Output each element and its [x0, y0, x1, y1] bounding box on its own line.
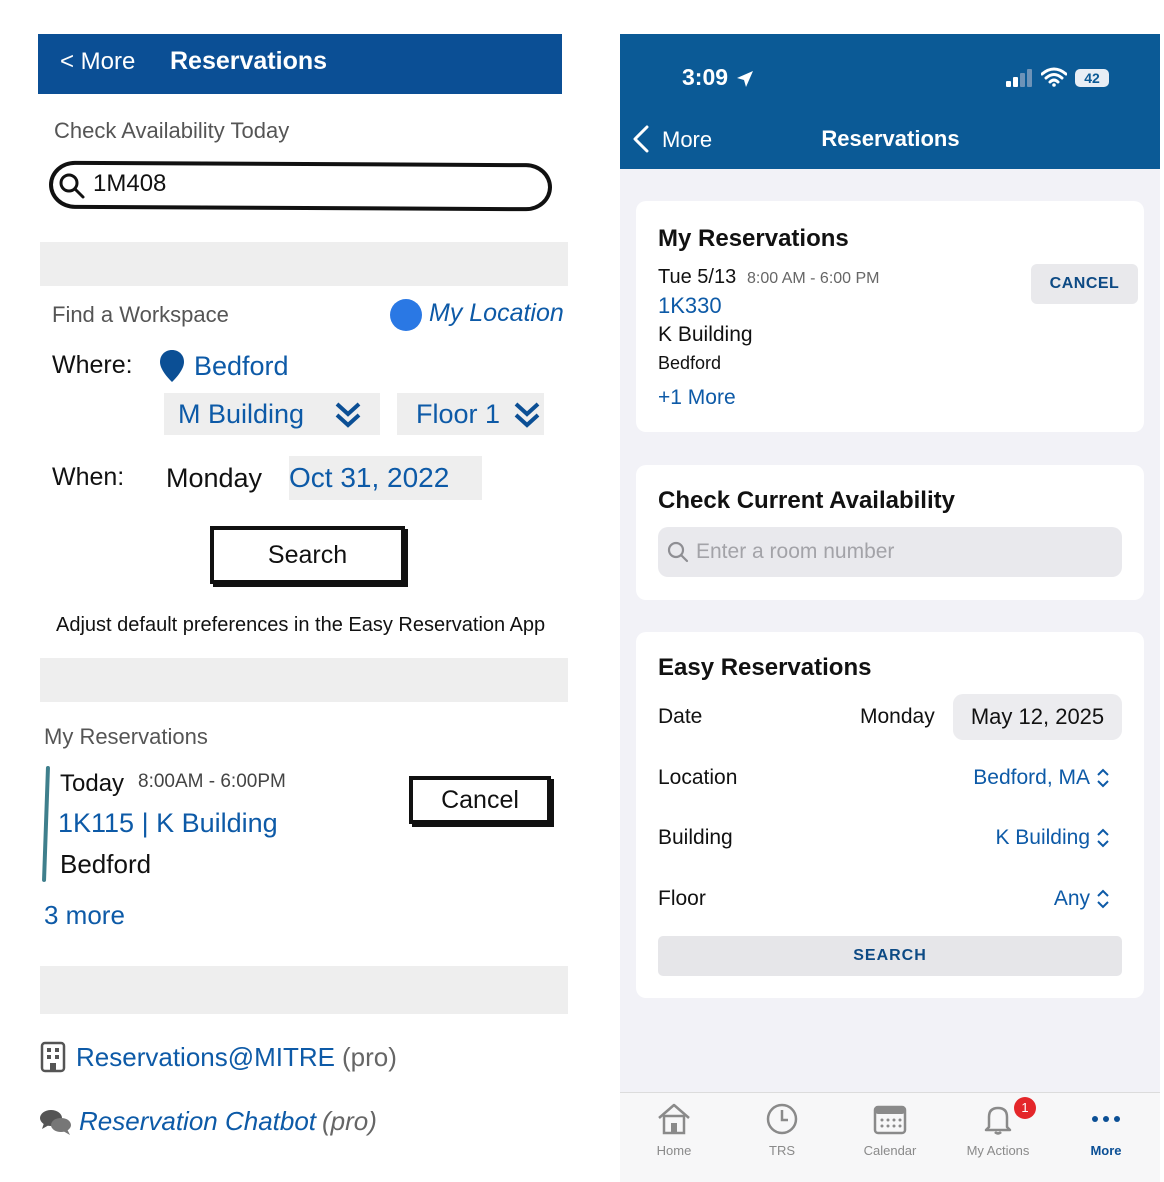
- building-dropdown-value: M Building: [178, 399, 305, 429]
- home-icon: [658, 1103, 690, 1135]
- floor-label: Floor: [658, 887, 706, 910]
- wifi-icon: [1041, 67, 1067, 87]
- date-label: Date: [658, 705, 703, 728]
- date-picker[interactable]: Oct 31, 2022: [289, 456, 482, 500]
- page-title: Reservations: [170, 47, 328, 75]
- reservation-site: Bedford: [60, 849, 152, 879]
- search-icon: [59, 173, 85, 199]
- building-select[interactable]: K Building: [995, 826, 1090, 850]
- bell-icon: [984, 1106, 1012, 1135]
- back-button[interactable]: < More: [60, 48, 135, 76]
- reservation-room-link[interactable]: 1K330: [658, 293, 722, 319]
- search-button-label: Search: [267, 541, 348, 569]
- floor-dropdown[interactable]: Floor 1: [397, 393, 544, 435]
- reservations-mitre-suffix: (pro): [342, 1042, 397, 1072]
- location-dot-icon[interactable]: [390, 299, 422, 331]
- battery-level: 42: [1084, 70, 1100, 86]
- my-reservations-heading: My Reservations: [44, 724, 208, 749]
- cancel-button-label: Cancel: [441, 786, 519, 814]
- where-value[interactable]: Bedford: [194, 351, 289, 382]
- search-button[interactable]: Search: [210, 526, 405, 584]
- reservation-site: Bedford: [658, 353, 722, 373]
- battery-icon: 42: [1075, 69, 1109, 87]
- my-reservations-heading: My Reservations: [658, 225, 849, 252]
- easy-reservations-heading: Easy Reservations: [658, 654, 872, 681]
- easy-reservations-card: Easy Reservations Date Monday May 12, 20…: [636, 632, 1144, 998]
- building-label: Building: [658, 826, 733, 849]
- preferences-note: Adjust default preferences in the Easy R…: [56, 614, 546, 636]
- status-time: 3:09: [682, 64, 729, 90]
- tab-label: More: [1090, 1143, 1122, 1158]
- reservation-date: Tue 5/13: [658, 266, 737, 288]
- tab-label: My Actions: [966, 1143, 1030, 1158]
- mockup-header: < More Reservations: [38, 34, 562, 94]
- room-search-value[interactable]: 1M408: [93, 170, 166, 198]
- date-day: Monday: [860, 705, 935, 728]
- reservations-mitre-link[interactable]: Reservations@MITRE: [76, 1042, 335, 1073]
- tab-calendar[interactable]: Calendar: [836, 1093, 944, 1182]
- building-icon: [40, 1041, 66, 1073]
- section-divider: [40, 242, 568, 286]
- location-label: Location: [658, 766, 738, 789]
- notification-badge: 1: [1014, 1097, 1036, 1119]
- page-title: Reservations: [821, 126, 960, 151]
- tab-label: Calendar: [863, 1143, 917, 1158]
- tab-trs[interactable]: TRS: [728, 1093, 836, 1182]
- tab-my-actions[interactable]: 1 My Actions: [944, 1093, 1052, 1182]
- mockup-panel: < More Reservations Check Availability T…: [0, 0, 610, 1182]
- reservation-time: 8:00 AM - 6:00 PM: [747, 270, 880, 287]
- section-divider: [40, 966, 568, 1014]
- double-chevron-down-icon: [514, 402, 540, 428]
- my-location-link[interactable]: My Location: [429, 299, 564, 328]
- calendar-icon: [873, 1105, 907, 1135]
- clock-icon: [766, 1103, 798, 1135]
- tab-bar: Home TRS Calendar 1 My Actions More: [620, 1092, 1160, 1182]
- reservation-room-link[interactable]: 1K115 | K Building: [58, 808, 278, 839]
- double-chevron-down-icon: [335, 402, 361, 428]
- reservation-time: 8:00AM - 6:00PM: [138, 771, 286, 792]
- building-dropdown[interactable]: M Building: [164, 393, 380, 435]
- reservation-chatbot-link[interactable]: Reservation Chatbot: [79, 1106, 316, 1137]
- tab-label: TRS: [769, 1143, 795, 1158]
- search-icon: [667, 541, 689, 563]
- find-workspace-heading: Find a Workspace: [52, 302, 229, 327]
- location-arrow-icon: [737, 71, 753, 87]
- check-availability-heading: Check Availability Today: [54, 118, 290, 143]
- cancel-reservation-button[interactable]: CANCEL: [1031, 264, 1138, 304]
- map-pin-icon: [160, 350, 184, 382]
- chevron-up-down-icon: [1097, 828, 1109, 848]
- section-divider: [40, 658, 568, 702]
- reservation-day: Today: [60, 770, 125, 797]
- more-dots-icon: [1092, 1116, 1120, 1122]
- room-search-input[interactable]: Enter a room number: [658, 527, 1122, 577]
- reservation-building: K Building: [658, 323, 753, 346]
- floor-dropdown-value: Floor 1: [416, 399, 501, 429]
- tab-more[interactable]: More: [1052, 1093, 1160, 1182]
- search-button[interactable]: SEARCH: [658, 936, 1122, 976]
- when-day: Monday: [166, 463, 263, 493]
- tab-label: Home: [656, 1143, 692, 1158]
- date-value: Oct 31, 2022: [289, 462, 450, 493]
- signal-icon: [1006, 69, 1032, 87]
- chevron-up-down-icon: [1097, 768, 1109, 788]
- when-label: When:: [52, 463, 125, 491]
- phone-header: 3:09 42 More Reservations: [620, 34, 1160, 169]
- date-picker[interactable]: May 12, 2025: [953, 694, 1122, 740]
- room-search-placeholder: Enter a room number: [696, 540, 895, 563]
- reservation-accent-bar: [41, 765, 51, 883]
- more-reservations-link[interactable]: +1 More: [658, 386, 736, 410]
- my-reservations-card: My Reservations Tue 5/13 8:00 AM - 6:00 …: [636, 201, 1144, 432]
- chevron-up-down-icon: [1097, 889, 1109, 909]
- chat-bubbles-icon: [40, 1110, 71, 1135]
- cancel-reservation-button[interactable]: Cancel: [409, 776, 551, 824]
- more-reservations-link[interactable]: 3 more: [44, 900, 125, 931]
- tab-home[interactable]: Home: [620, 1093, 728, 1182]
- location-select[interactable]: Bedford, MA: [973, 766, 1090, 790]
- check-availability-card: Check Current Availability Enter a room …: [636, 465, 1144, 600]
- reservation-chatbot-suffix: (pro): [322, 1106, 377, 1136]
- phone-screen: 3:09 42 More Reservations My Reservation…: [620, 34, 1160, 1182]
- floor-select[interactable]: Any: [1054, 887, 1090, 911]
- where-label: Where:: [52, 351, 133, 379]
- check-availability-heading: Check Current Availability: [658, 487, 955, 514]
